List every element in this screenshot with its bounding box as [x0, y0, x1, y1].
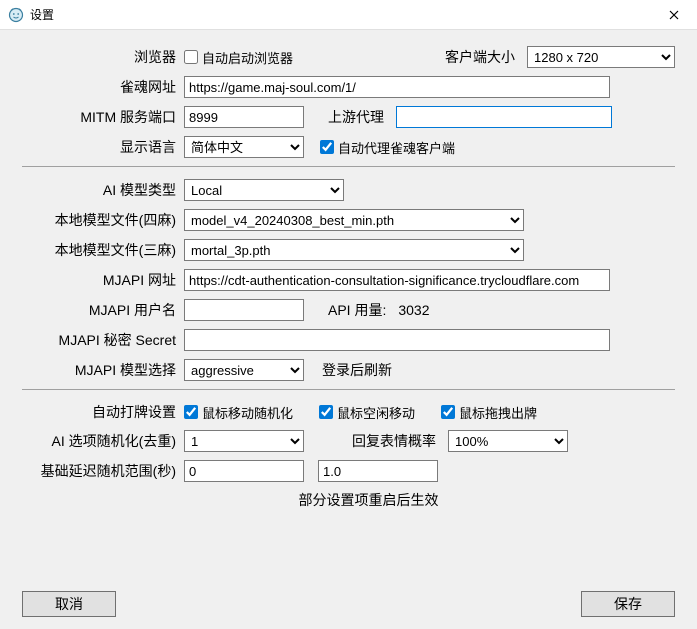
reply-emoji-select[interactable]: 100%: [448, 430, 568, 452]
majsoul-url-input[interactable]: [184, 76, 610, 98]
ai-randomize-select[interactable]: 1: [184, 430, 304, 452]
save-button[interactable]: 保存: [581, 591, 675, 617]
auto-launch-browser-input[interactable]: [184, 50, 198, 64]
label-upstream-proxy: 上游代理: [324, 107, 390, 127]
label-local-model-3p: 本地模型文件(三麻): [22, 240, 184, 260]
upstream-proxy-input[interactable]: [396, 106, 612, 128]
label-mjapi-model: MJAPI 模型选择: [22, 360, 184, 380]
label-auto-play: 自动打牌设置: [22, 402, 184, 422]
delay-max-input[interactable]: [318, 460, 438, 482]
label-ai-model-type: AI 模型类型: [22, 180, 184, 200]
api-usage-value: 3032: [398, 302, 429, 318]
label-majsoul-url: 雀魂网址: [22, 77, 184, 97]
window-title: 设置: [30, 6, 54, 23]
footer: 取消 保存: [0, 591, 697, 617]
label-local-model-4p: 本地模型文件(四麻): [22, 210, 184, 230]
mjapi-model-select[interactable]: aggressive: [184, 359, 304, 381]
label-delay-range: 基础延迟随机范围(秒): [22, 461, 184, 481]
client-size-select[interactable]: 1280 x 720: [527, 46, 675, 68]
label-mjapi-user: MJAPI 用户名: [22, 300, 184, 320]
mouse-drag-input[interactable]: [441, 405, 455, 419]
auto-proxy-client-input[interactable]: [320, 140, 334, 154]
close-button[interactable]: [659, 0, 689, 30]
refresh-after-login-text: 登录后刷新: [318, 360, 398, 380]
mjapi-user-input[interactable]: [184, 299, 304, 321]
auto-launch-browser-checkbox[interactable]: 自动启动浏览器: [184, 48, 293, 67]
mouse-idle-input[interactable]: [319, 405, 333, 419]
restart-note: 部分设置项重启后生效: [22, 490, 675, 510]
delay-min-input[interactable]: [184, 460, 304, 482]
label-display-lang: 显示语言: [22, 137, 184, 157]
mouse-random-checkbox[interactable]: 鼠标移动随机化: [184, 403, 293, 422]
mouse-random-input[interactable]: [184, 405, 198, 419]
local-model-4p-select[interactable]: model_v4_20240308_best_min.pth: [184, 209, 524, 231]
titlebar: 设置: [0, 0, 697, 30]
label-browser: 浏览器: [22, 47, 184, 67]
cancel-button[interactable]: 取消: [22, 591, 116, 617]
mouse-drag-checkbox[interactable]: 鼠标拖拽出牌: [441, 403, 537, 422]
label-mjapi-url: MJAPI 网址: [22, 270, 184, 290]
label-api-usage: API 用量:: [324, 300, 392, 320]
app-icon: [8, 7, 24, 23]
ai-model-type-select[interactable]: Local: [184, 179, 344, 201]
mitm-port-input[interactable]: [184, 106, 304, 128]
label-mitm-port: MITM 服务端口: [22, 107, 184, 127]
label-reply-emoji: 回复表情概率: [348, 431, 442, 451]
display-lang-select[interactable]: 简体中文: [184, 136, 304, 158]
local-model-3p-select[interactable]: mortal_3p.pth: [184, 239, 524, 261]
auto-proxy-client-checkbox[interactable]: 自动代理雀魂客户端: [320, 138, 455, 157]
mjapi-secret-input[interactable]: [184, 329, 610, 351]
mouse-idle-checkbox[interactable]: 鼠标空闲移动: [319, 403, 415, 422]
label-mjapi-secret: MJAPI 秘密 Secret: [22, 330, 184, 350]
divider: [22, 166, 675, 167]
mjapi-url-input[interactable]: [184, 269, 610, 291]
label-client-size: 客户端大小: [441, 47, 521, 67]
divider-2: [22, 389, 675, 390]
label-ai-randomize: AI 选项随机化(去重): [22, 431, 184, 451]
settings-form: 浏览器 自动启动浏览器 客户端大小 1280 x 720 雀魂网址 MITM 服…: [0, 30, 697, 518]
